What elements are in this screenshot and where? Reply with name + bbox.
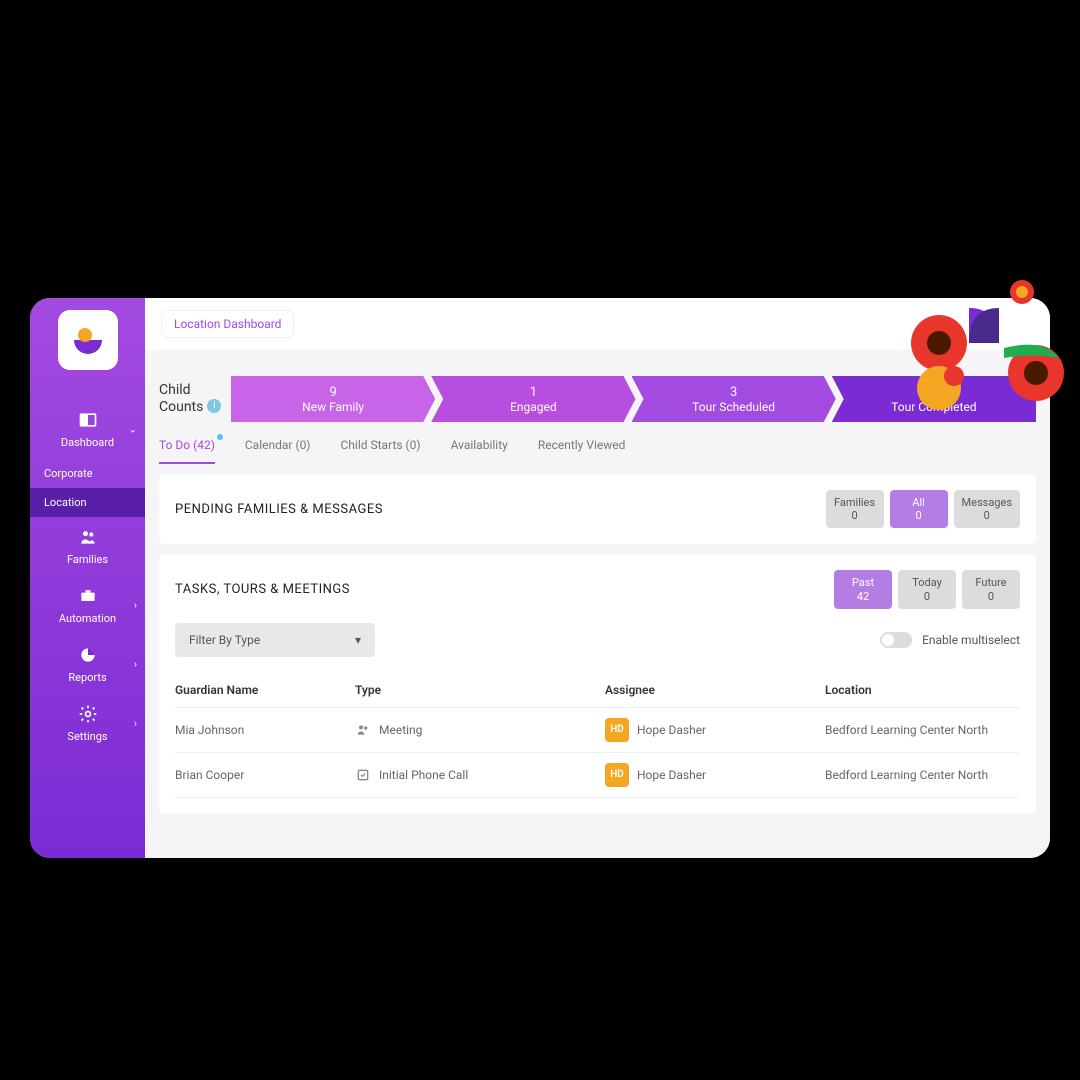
nav-label: Dashboard — [61, 436, 114, 449]
tab-availability[interactable]: Availability — [451, 438, 508, 464]
filter-by-type-select[interactable]: Filter By Type▾ — [175, 623, 375, 657]
cell-guardian: Mia Johnson — [175, 723, 355, 737]
cell-type: Meeting — [355, 722, 605, 738]
families-icon — [78, 527, 98, 547]
multiselect-toggle[interactable] — [880, 632, 912, 648]
nav-label: Automation — [59, 612, 116, 625]
avatar: HD — [605, 718, 629, 742]
sidebar-item-dashboard[interactable]: Dashboard ⌄ — [30, 400, 145, 459]
th-assignee: Assignee — [605, 683, 825, 697]
phone-call-icon — [355, 767, 371, 783]
dashboard-icon — [78, 410, 98, 430]
table-row[interactable]: Mia Johnson Meeting HDHope Dasher Bedfor… — [175, 708, 1020, 753]
nav-label: Reports — [68, 671, 106, 684]
chevron-down-icon: ▾ — [355, 633, 361, 647]
automation-icon — [78, 586, 98, 606]
chip-today[interactable]: Today0 — [898, 570, 956, 608]
tab-calendar[interactable]: Calendar (0) — [245, 438, 311, 464]
tab-recently-viewed[interactable]: Recently Viewed — [538, 438, 626, 464]
multiselect-toggle-wrap: Enable multiselect — [880, 632, 1020, 648]
nav-label: Families — [67, 553, 108, 566]
cell-type: Initial Phone Call — [355, 767, 605, 783]
tasks-panel: TASKS, TOURS & MEETINGS Past42 Today0 Fu… — [159, 554, 1036, 813]
tasks-title: TASKS, TOURS & MEETINGS — [175, 582, 350, 597]
th-location: Location — [825, 683, 1020, 697]
breadcrumb[interactable]: Location Dashboard — [161, 310, 294, 338]
gear-icon — [78, 704, 98, 724]
th-guardian: Guardian Name — [175, 683, 355, 697]
chip-past[interactable]: Past42 — [834, 570, 892, 608]
stage-new-family[interactable]: 9New Family — [231, 376, 435, 422]
pending-chips: Families0 All0 Messages0 — [826, 490, 1020, 528]
cell-location: Bedford Learning Center North — [825, 723, 1020, 737]
sidebar-item-reports[interactable]: Reports › — [30, 635, 145, 694]
chevron-right-icon: › — [134, 600, 137, 611]
nav-label: Settings — [67, 730, 107, 743]
table-header: Guardian Name Type Assignee Location — [175, 673, 1020, 708]
sidebar-item-families[interactable]: Families — [30, 517, 145, 576]
app-logo — [58, 310, 118, 370]
cell-location: Bedford Learning Center North — [825, 768, 1020, 782]
multiselect-label: Enable multiselect — [922, 633, 1020, 647]
cell-assignee: HDHope Dasher — [605, 718, 825, 742]
tab-child-starts[interactable]: Child Starts (0) — [341, 438, 421, 464]
chevron-right-icon: › — [134, 659, 137, 670]
tasks-chips: Past42 Today0 Future0 — [834, 570, 1020, 608]
info-icon[interactable]: i — [207, 399, 221, 413]
chip-future[interactable]: Future0 — [962, 570, 1020, 608]
table-row[interactable]: Brian Cooper Initial Phone Call HDHope D… — [175, 753, 1020, 798]
tasks-table: Guardian Name Type Assignee Location Mia… — [175, 673, 1020, 798]
chip-families[interactable]: Families0 — [826, 490, 884, 528]
pending-title: PENDING FAMILIES & MESSAGES — [175, 502, 383, 517]
tabs: To Do (42) Calendar (0) Child Starts (0)… — [145, 422, 1050, 464]
sidebar: Dashboard ⌄ Corporate Location Families … — [30, 298, 145, 858]
app-window: Dashboard ⌄ Corporate Location Families … — [30, 298, 1050, 858]
chip-all[interactable]: All0 — [890, 490, 948, 528]
sidebar-item-automation[interactable]: Automation › — [30, 576, 145, 635]
stages-label: Child Countsi — [159, 382, 231, 416]
stage-engaged[interactable]: 1Engaged — [431, 376, 635, 422]
tab-todo[interactable]: To Do (42) — [159, 438, 215, 464]
chevron-right-icon: › — [134, 718, 137, 729]
avatar: HD — [605, 763, 629, 787]
pending-panel: PENDING FAMILIES & MESSAGES Families0 Al… — [159, 474, 1036, 544]
stage-tour-scheduled[interactable]: 3Tour Scheduled — [632, 376, 836, 422]
chevron-down-icon: ⌄ — [129, 424, 137, 435]
sidebar-sub-location[interactable]: Location — [30, 488, 145, 517]
notification-dot — [217, 434, 223, 440]
sidebar-sub-corporate[interactable]: Corporate — [30, 459, 145, 488]
meeting-icon — [355, 722, 371, 738]
decorative-graphic — [904, 278, 1064, 418]
cell-guardian: Brian Cooper — [175, 768, 355, 782]
th-type: Type — [355, 683, 605, 697]
reports-icon — [78, 645, 98, 665]
sidebar-item-settings[interactable]: Settings › — [30, 694, 145, 753]
chip-messages[interactable]: Messages0 — [954, 490, 1020, 528]
cell-assignee: HDHope Dasher — [605, 763, 825, 787]
